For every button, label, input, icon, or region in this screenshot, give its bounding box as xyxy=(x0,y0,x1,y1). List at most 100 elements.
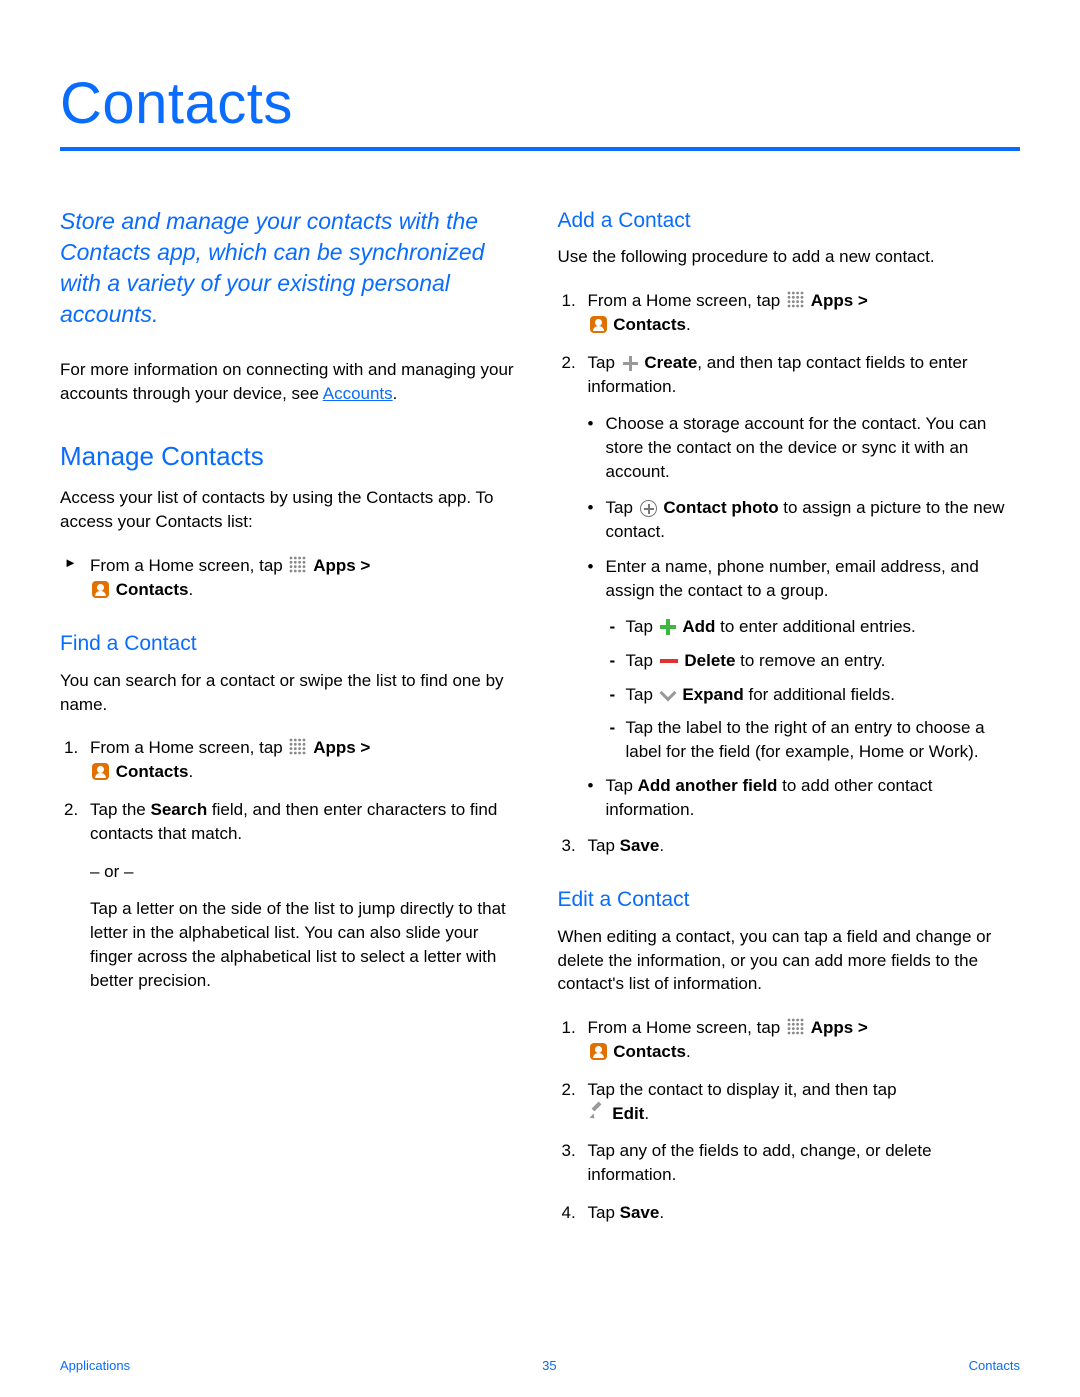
gt: > xyxy=(356,738,371,757)
period: . xyxy=(188,762,193,781)
save-label: Save xyxy=(620,1203,660,1222)
add-dash-3: - Tap Expand for additional fields. xyxy=(558,683,1021,707)
bullet-text: Enter a name, phone number, email addres… xyxy=(606,555,1021,603)
step-text: Tap xyxy=(588,353,620,372)
step-text: Tap xyxy=(588,836,620,855)
find-step-1: 1. From a Home screen, tap Apps > Contac… xyxy=(60,736,523,784)
period: . xyxy=(686,1042,691,1061)
period: . xyxy=(188,580,193,599)
dash-text: for additional fields. xyxy=(744,685,895,704)
step-text: Tap any of the fields to add, change, or… xyxy=(588,1139,1021,1187)
dash-text: to enter additional entries. xyxy=(715,617,915,636)
add-bullet-3: • Enter a name, phone number, email addr… xyxy=(558,555,1021,603)
dash-text: Tap xyxy=(626,651,658,670)
edit-contact-text: When editing a contact, you can tap a fi… xyxy=(558,925,1021,996)
period: . xyxy=(659,836,664,855)
bullet-icon: • xyxy=(588,412,606,483)
dash-icon: - xyxy=(610,683,626,707)
step-number: 4. xyxy=(562,1201,588,1225)
add-bullet-2: • Tap Contact photo to assign a picture … xyxy=(558,496,1021,544)
edit-step-1: 1. From a Home screen, tap Apps > Contac… xyxy=(558,1016,1021,1064)
pencil-icon xyxy=(590,1105,606,1121)
add-dash-2: - Tap Delete to remove an entry. xyxy=(558,649,1021,673)
manage-contacts-heading: Manage Contacts xyxy=(60,438,523,474)
edit-step-4: 4. Tap Save. xyxy=(558,1201,1021,1225)
edit-step-2: 2. Tap the contact to display it, and th… xyxy=(558,1078,1021,1126)
contacts-label: Contacts xyxy=(116,762,189,781)
dash-text: to remove an entry. xyxy=(735,651,885,670)
add-step-2: 2. Tap Create, and then tap contact fiel… xyxy=(558,351,1021,399)
add-dash-1: - Tap Add to enter additional entries. xyxy=(558,615,1021,639)
step-text: From a Home screen, tap xyxy=(588,1018,785,1037)
find-contact-text: You can search for a contact or swipe th… xyxy=(60,669,523,717)
step-text: From a Home screen, tap xyxy=(90,738,287,757)
plus-green-icon xyxy=(660,619,676,635)
minus-red-icon xyxy=(660,659,678,663)
edit-label: Edit xyxy=(612,1104,644,1123)
add-contact-text: Use the following procedure to add a new… xyxy=(558,245,1021,269)
period: . xyxy=(659,1203,664,1222)
footer-page-number: 35 xyxy=(542,1358,556,1373)
dash-text: Tap the label to the right of an entry t… xyxy=(626,716,1021,764)
or-divider: – or – xyxy=(60,860,523,884)
dash-icon: - xyxy=(610,716,626,764)
accounts-link[interactable]: Accounts xyxy=(323,384,393,403)
step-number: 2. xyxy=(562,351,588,399)
plus-circle-icon xyxy=(640,500,657,517)
contacts-label: Contacts xyxy=(613,315,686,334)
more-info-suffix: . xyxy=(393,384,398,403)
edit-step-3: 3. Tap any of the fields to add, change,… xyxy=(558,1139,1021,1187)
bullet-text: Choose a storage account for the contact… xyxy=(606,412,1021,483)
add-label: Add xyxy=(682,617,715,636)
add-bullet-1: • Choose a storage account for the conta… xyxy=(558,412,1021,483)
footer-left: Applications xyxy=(60,1358,130,1373)
step-number: 1. xyxy=(64,736,90,784)
step-text: Tap the contact to display it, and then … xyxy=(588,1080,897,1099)
step-text: From a Home screen, tap xyxy=(90,556,287,575)
apps-label: Apps xyxy=(313,738,356,757)
gt: > xyxy=(853,291,868,310)
add-step-1: 1. From a Home screen, tap Apps > Contac… xyxy=(558,289,1021,337)
gt: > xyxy=(853,1018,868,1037)
step-text: From a Home screen, tap xyxy=(588,291,785,310)
apps-grid-icon xyxy=(289,738,306,755)
more-info-text: For more information on connecting with … xyxy=(60,358,523,406)
footer-right: Contacts xyxy=(969,1358,1020,1373)
add-bullet-4: • Tap Add another field to add other con… xyxy=(558,774,1021,822)
bullet-text: Tap xyxy=(606,498,638,517)
add-step-3: 3. Tap Save. xyxy=(558,834,1021,858)
apps-label: Apps xyxy=(811,1018,854,1037)
contacts-label: Contacts xyxy=(613,1042,686,1061)
apps-grid-icon xyxy=(787,291,804,308)
manage-contacts-text: Access your list of contacts by using th… xyxy=(60,486,523,534)
contacts-app-icon xyxy=(590,316,607,333)
create-label: Create xyxy=(644,353,697,372)
add-contact-heading: Add a Contact xyxy=(558,206,1021,235)
apps-label: Apps xyxy=(811,291,854,310)
expand-label: Expand xyxy=(682,685,743,704)
apps-label: Apps xyxy=(313,556,356,575)
add-dash-4: - Tap the label to the right of an entry… xyxy=(558,716,1021,764)
contact-photo-label: Contact photo xyxy=(663,498,778,517)
contacts-label: Contacts xyxy=(116,580,189,599)
gt: > xyxy=(356,556,371,575)
contacts-app-icon xyxy=(92,763,109,780)
step-text: Tap xyxy=(588,1203,620,1222)
chevron-down-icon xyxy=(660,690,676,700)
find-contact-heading: Find a Contact xyxy=(60,629,523,658)
save-label: Save xyxy=(620,836,660,855)
delete-label: Delete xyxy=(684,651,735,670)
plus-icon xyxy=(622,355,638,371)
step-number: 3. xyxy=(562,1139,588,1187)
step-number: 1. xyxy=(562,289,588,337)
bullet-icon: • xyxy=(588,496,606,544)
apps-grid-icon xyxy=(289,556,306,573)
manage-step: ► From a Home screen, tap Apps > Contact… xyxy=(60,554,523,602)
contacts-app-icon xyxy=(590,1043,607,1060)
left-column: Store and manage your contacts with the … xyxy=(60,206,523,1239)
contacts-app-icon xyxy=(92,581,109,598)
dash-icon: - xyxy=(610,615,626,639)
period: . xyxy=(686,315,691,334)
content-columns: Store and manage your contacts with the … xyxy=(60,206,1020,1239)
bullet-icon: • xyxy=(588,555,606,603)
